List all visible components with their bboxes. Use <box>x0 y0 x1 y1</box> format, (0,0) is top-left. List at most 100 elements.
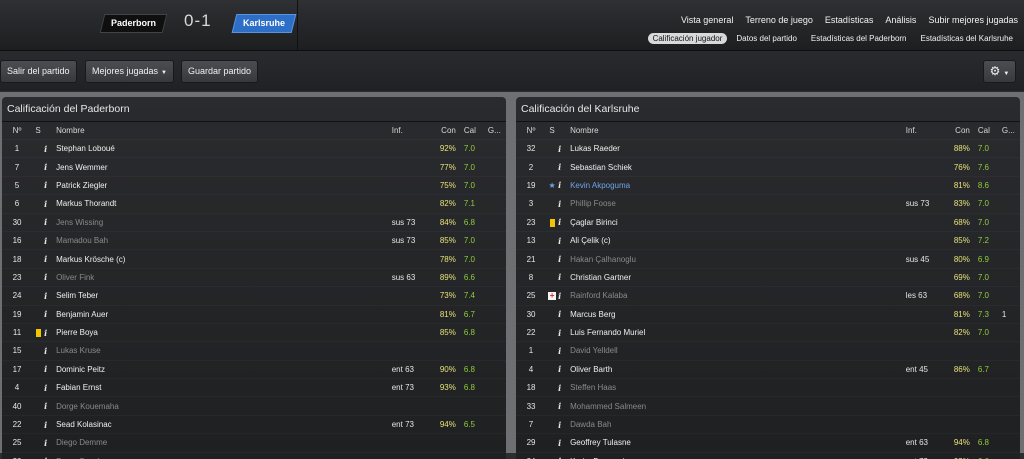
table-row[interactable]: 7iJens Wemmer77%7.0 <box>2 158 506 176</box>
player-name[interactable]: Markus Krösche (c) <box>56 250 392 268</box>
player-name[interactable]: Phillip Foose <box>570 195 906 213</box>
player-name[interactable]: Fabian Ernst <box>56 379 392 397</box>
subtab-estadisticas-paderborn[interactable]: Estadísticas del Paderborn <box>806 33 912 44</box>
col-status[interactable]: S <box>32 122 44 140</box>
info-icon[interactable]: i <box>44 397 56 415</box>
player-name[interactable]: Dominic Peitz <box>56 360 392 378</box>
table-row[interactable]: 4iOliver Barthent 4586%6.7 <box>516 360 1020 378</box>
player-name[interactable]: Dawda Bah <box>570 415 906 433</box>
table-row[interactable]: 18iSteffen Haas <box>516 379 1020 397</box>
col-goals[interactable]: G... <box>488 122 506 140</box>
subtab-calificacion-jugador[interactable]: Calificación jugador <box>648 33 728 44</box>
player-name[interactable]: Luis Fernando Muriel <box>570 323 906 341</box>
table-row[interactable]: 22iLuis Fernando Muriel82%7.0 <box>516 323 1020 341</box>
highlights-dropdown-button[interactable]: Mejores jugadas▼ <box>85 60 174 83</box>
table-row[interactable]: 25iDiego Demme <box>2 434 506 452</box>
nav-estadisticas[interactable]: Estadísticas <box>825 15 874 25</box>
table-row[interactable]: 2iSebastian Schiek76%7.6 <box>516 158 1020 176</box>
player-name[interactable]: Jens Wemmer <box>56 158 392 176</box>
player-name[interactable]: Sebastian Schiek <box>570 158 906 176</box>
player-name[interactable]: Benjamin Auer <box>56 305 392 323</box>
table-row[interactable]: 4iFabian Ernstent 7393%6.8 <box>2 379 506 397</box>
info-icon[interactable]: i <box>558 305 570 323</box>
col-rating[interactable]: Cal <box>972 122 1002 140</box>
info-icon[interactable]: i <box>558 379 570 397</box>
nav-subir-mejores-jugadas[interactable]: Subir mejores jugadas <box>928 15 1018 25</box>
table-row[interactable]: 23iÇaglar Birinci68%7.0 <box>516 213 1020 231</box>
player-name[interactable]: Geoffrey Tulasne <box>570 434 906 452</box>
info-icon[interactable]: i <box>558 195 570 213</box>
info-icon[interactable]: i <box>558 140 570 158</box>
table-row[interactable]: 7iDawda Bah <box>516 415 1020 433</box>
player-name[interactable]: Ferne Snoyl <box>56 452 392 459</box>
info-icon[interactable]: i <box>44 287 56 305</box>
col-inf[interactable]: Inf. <box>906 122 940 140</box>
info-icon[interactable]: i <box>558 452 570 459</box>
col-goals[interactable]: G... <box>1002 122 1020 140</box>
table-row[interactable]: 22iSead Kolasinacent 7394%6.5 <box>2 415 506 433</box>
info-icon[interactable]: i <box>558 323 570 341</box>
player-name[interactable]: Mohammed Salmeen <box>570 397 906 415</box>
info-icon[interactable]: i <box>558 287 570 305</box>
col-status[interactable]: S <box>546 122 558 140</box>
col-name[interactable]: Nombre <box>56 122 392 140</box>
table-row[interactable]: 13iAli Çelik (c)85%7.2 <box>516 231 1020 249</box>
info-icon[interactable]: i <box>44 231 56 249</box>
save-match-button[interactable]: Guardar partido <box>181 60 258 83</box>
nav-analisis[interactable]: Análisis <box>885 15 916 25</box>
info-icon[interactable]: i <box>558 342 570 360</box>
info-icon[interactable]: i <box>44 250 56 268</box>
player-name[interactable]: Diego Demme <box>56 434 392 452</box>
table-row[interactable]: 19iBenjamin Auer81%6.7 <box>2 305 506 323</box>
info-icon[interactable]: i <box>558 397 570 415</box>
info-icon[interactable]: i <box>558 158 570 176</box>
col-number[interactable]: Nº <box>2 122 32 140</box>
col-number[interactable]: Nº <box>516 122 546 140</box>
away-team-badge[interactable]: Karlsruhe <box>232 14 297 33</box>
player-name[interactable]: Patrick Ziegler <box>56 176 392 194</box>
info-icon[interactable]: i <box>44 434 56 452</box>
info-icon[interactable]: i <box>44 195 56 213</box>
col-name[interactable]: Nombre <box>570 122 906 140</box>
table-row[interactable]: 25+iRainford Kalabales 6368%7.0 <box>516 287 1020 305</box>
subtab-datos-del-partido[interactable]: Datos del partido <box>731 33 801 44</box>
nav-vista-general[interactable]: Vista general <box>681 15 733 25</box>
player-name[interactable]: Çaglar Birinci <box>570 213 906 231</box>
player-name[interactable]: Christian Gartner <box>570 268 906 286</box>
info-icon[interactable]: i <box>44 213 56 231</box>
info-icon[interactable]: i <box>558 176 570 194</box>
table-row[interactable]: 5iPatrick Ziegler75%7.0 <box>2 176 506 194</box>
info-icon[interactable]: i <box>558 415 570 433</box>
player-name[interactable]: Pierre Boya <box>56 323 392 341</box>
info-icon[interactable]: i <box>44 379 56 397</box>
table-row[interactable]: 1iStephan Loboué92%7.0 <box>2 140 506 158</box>
player-name[interactable]: Karim Benyamina <box>570 452 906 459</box>
info-icon[interactable]: i <box>558 213 570 231</box>
info-icon[interactable]: i <box>44 360 56 378</box>
table-row[interactable]: 33iMohammed Salmeen <box>516 397 1020 415</box>
table-row[interactable]: 30iMarcus Berg81%7.31 <box>516 305 1020 323</box>
table-row[interactable]: 6iMarkus Thorandt82%7.1 <box>2 195 506 213</box>
player-name[interactable]: Sead Kolasinac <box>56 415 392 433</box>
info-icon[interactable]: i <box>44 415 56 433</box>
table-row[interactable]: 18iMarkus Krösche (c)78%7.0 <box>2 250 506 268</box>
col-inf[interactable]: Inf. <box>392 122 426 140</box>
table-row[interactable]: 1iDavid Yelldell <box>516 342 1020 360</box>
info-icon[interactable]: i <box>44 323 56 341</box>
player-name[interactable]: Lukas Kruse <box>56 342 392 360</box>
player-name[interactable]: Rainford Kalaba <box>570 287 906 305</box>
table-row[interactable]: 20iFerne Snoyl <box>2 452 506 459</box>
table-row[interactable]: 17iDominic Peitzent 6390%6.8 <box>2 360 506 378</box>
nav-terreno-de-juego[interactable]: Terreno de juego <box>745 15 813 25</box>
info-icon[interactable]: i <box>44 342 56 360</box>
table-row[interactable]: 15iLukas Kruse <box>2 342 506 360</box>
table-row[interactable]: 29iGeoffrey Tulasneent 6394%6.8 <box>516 434 1020 452</box>
player-name[interactable]: Stephan Loboué <box>56 140 392 158</box>
player-name[interactable]: Markus Thorandt <box>56 195 392 213</box>
col-condition[interactable]: Con <box>940 122 972 140</box>
table-row[interactable]: 21iHakan Çalhanoglusus 4580%6.9 <box>516 250 1020 268</box>
info-icon[interactable]: i <box>44 158 56 176</box>
player-name[interactable]: David Yelldell <box>570 342 906 360</box>
player-name[interactable]: Steffen Haas <box>570 379 906 397</box>
table-row[interactable]: 19★iKevin Akpoguma81%8.6 <box>516 176 1020 194</box>
